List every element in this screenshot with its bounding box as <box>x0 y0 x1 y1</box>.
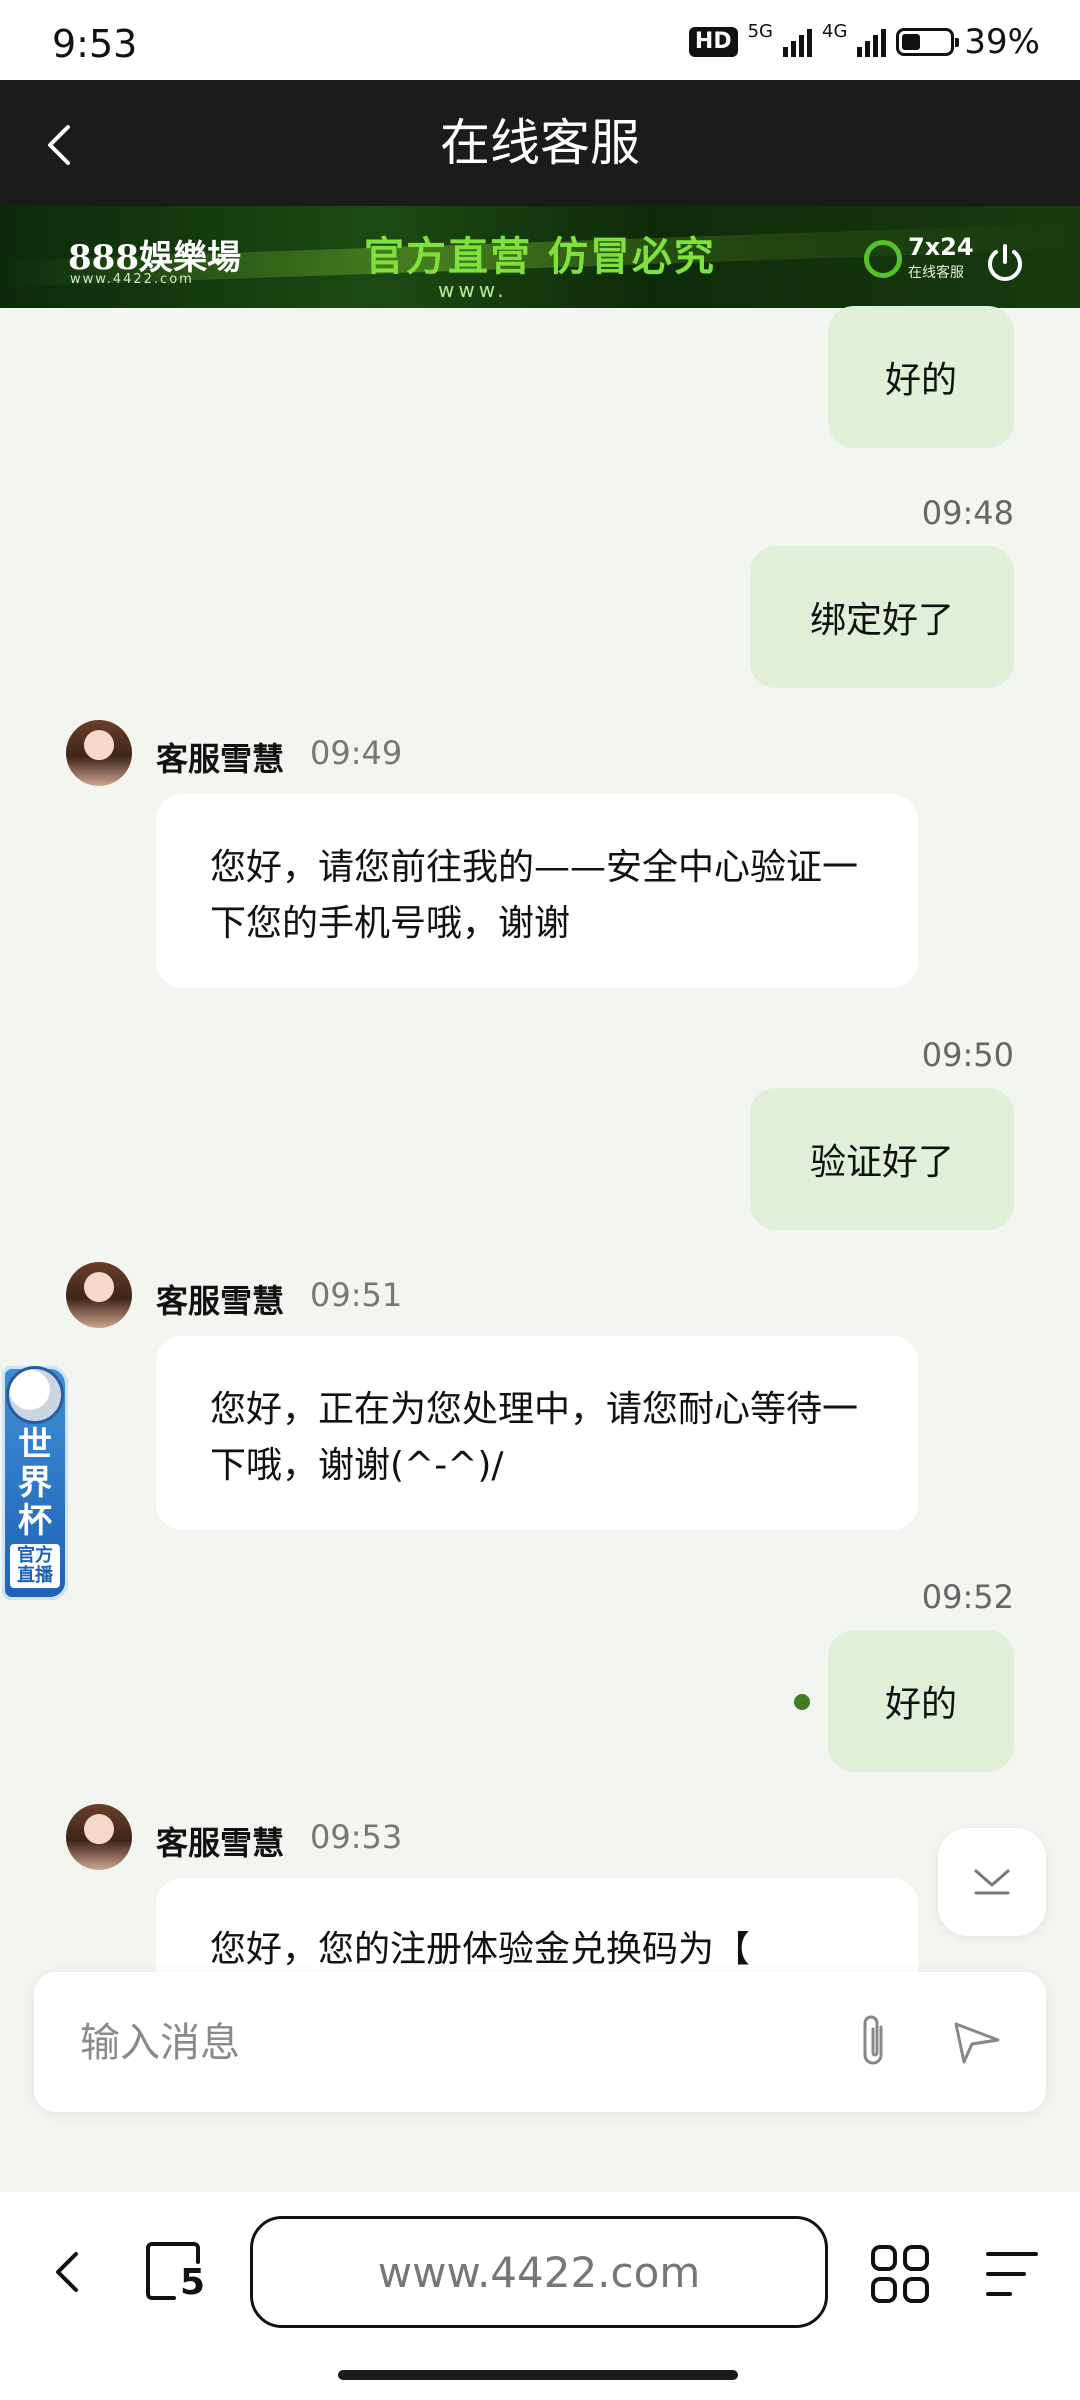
worldcup-title: 世界杯 <box>18 1425 52 1541</box>
back-button[interactable] <box>24 110 94 180</box>
chevron-left-icon <box>48 125 70 165</box>
chevron-down-icon <box>974 1869 1010 1895</box>
tab-count: 5 <box>180 2262 206 2303</box>
apps-button[interactable] <box>870 2244 930 2304</box>
message-timestamp: 09:53 <box>310 1818 403 1856</box>
agent-name: 客服雪慧 <box>156 1824 285 1862</box>
message-timestamp: 09:48 <box>921 494 1014 532</box>
status-time: 9:53 <box>52 22 138 66</box>
agent-avatar[interactable] <box>66 1262 132 1328</box>
agent-avatar[interactable] <box>66 1804 132 1870</box>
menu-button[interactable] <box>984 2248 1040 2300</box>
worldcup-sub-label: 官方直播 <box>10 1544 60 1588</box>
scroll-to-bottom-button[interactable] <box>938 1828 1046 1936</box>
promo-banner[interactable]: 888娛樂場 www.4422.com 官方直营 仿冒必究 www. 7x24 … <box>0 206 1080 308</box>
browser-back-button[interactable] <box>42 2240 92 2304</box>
headset-icon <box>864 240 902 278</box>
message-bubble-received[interactable]: 您好，请您前往我的——安全中心验证一下您的手机号哦，谢谢 <box>156 794 918 988</box>
message-timestamp: 09:52 <box>921 1578 1014 1616</box>
app-header: 在线客服 <box>0 80 1080 206</box>
message-timestamp: 09:50 <box>921 1036 1014 1074</box>
network-4g-label: 4G <box>822 21 848 42</box>
message-composer <box>34 1972 1046 2114</box>
agent-name: 客服雪慧 <box>156 1282 285 1320</box>
tabs-button[interactable]: 5 <box>144 2240 212 2304</box>
page-title: 在线客服 <box>440 114 640 172</box>
banner-slogan-url: www. <box>438 278 508 302</box>
url-bar[interactable]: www.4422.com <box>250 2216 828 2328</box>
network-5g-label: 5G <box>747 21 774 42</box>
banner-slogan: 官方直营 仿冒必究 <box>364 234 716 280</box>
message-bubble-sent[interactable]: 绑定好了 <box>750 546 1014 688</box>
send-icon <box>954 2022 1000 2064</box>
status-indicators: HD 5G 4G 39% <box>688 21 1040 62</box>
agent-name: 客服雪慧 <box>156 740 285 778</box>
agent-avatar[interactable] <box>66 720 132 786</box>
signal-5g-icon <box>783 27 813 57</box>
paperclip-icon <box>863 2015 883 2065</box>
worldcup-live-badge[interactable]: 世界杯 官方直播 <box>2 1366 68 1600</box>
soccer-ball-icon <box>6 1366 64 1424</box>
battery-icon <box>896 28 960 56</box>
banner-logo-url: www.4422.com <box>70 272 194 287</box>
banner-service-hours: 7x24 <box>908 233 974 261</box>
message-bubble-sent[interactable]: 验证好了 <box>750 1088 1014 1230</box>
home-indicator[interactable] <box>338 2370 738 2380</box>
hd-badge: HD <box>688 27 738 57</box>
message-timestamp: 09:51 <box>310 1276 403 1314</box>
attach-button[interactable] <box>838 2006 908 2076</box>
message-bubble-sent[interactable]: 好的 <box>828 306 1014 448</box>
signal-4g-icon <box>857 27 887 57</box>
message-bubble-received[interactable]: 您好，您的注册体验金兑换码为【 <box>156 1878 918 1978</box>
send-button[interactable] <box>942 2006 1012 2076</box>
chevron-left-icon <box>56 2252 78 2292</box>
read-status-dot <box>794 1694 810 1710</box>
message-bubble-sent[interactable]: 好的 <box>828 1630 1014 1772</box>
message-timestamp: 09:49 <box>310 734 403 772</box>
menu-icon <box>986 2252 1038 2296</box>
battery-percent: 39% <box>964 22 1040 62</box>
grid-icon <box>871 2245 929 2303</box>
power-icon[interactable] <box>982 240 1028 286</box>
message-input[interactable] <box>78 1972 842 2114</box>
message-bubble-received[interactable]: 您好，正在为您处理中，请您耐心等待一下哦，谢谢(^-^)/ <box>156 1336 918 1530</box>
banner-service-label: 在线客服 <box>908 265 964 281</box>
